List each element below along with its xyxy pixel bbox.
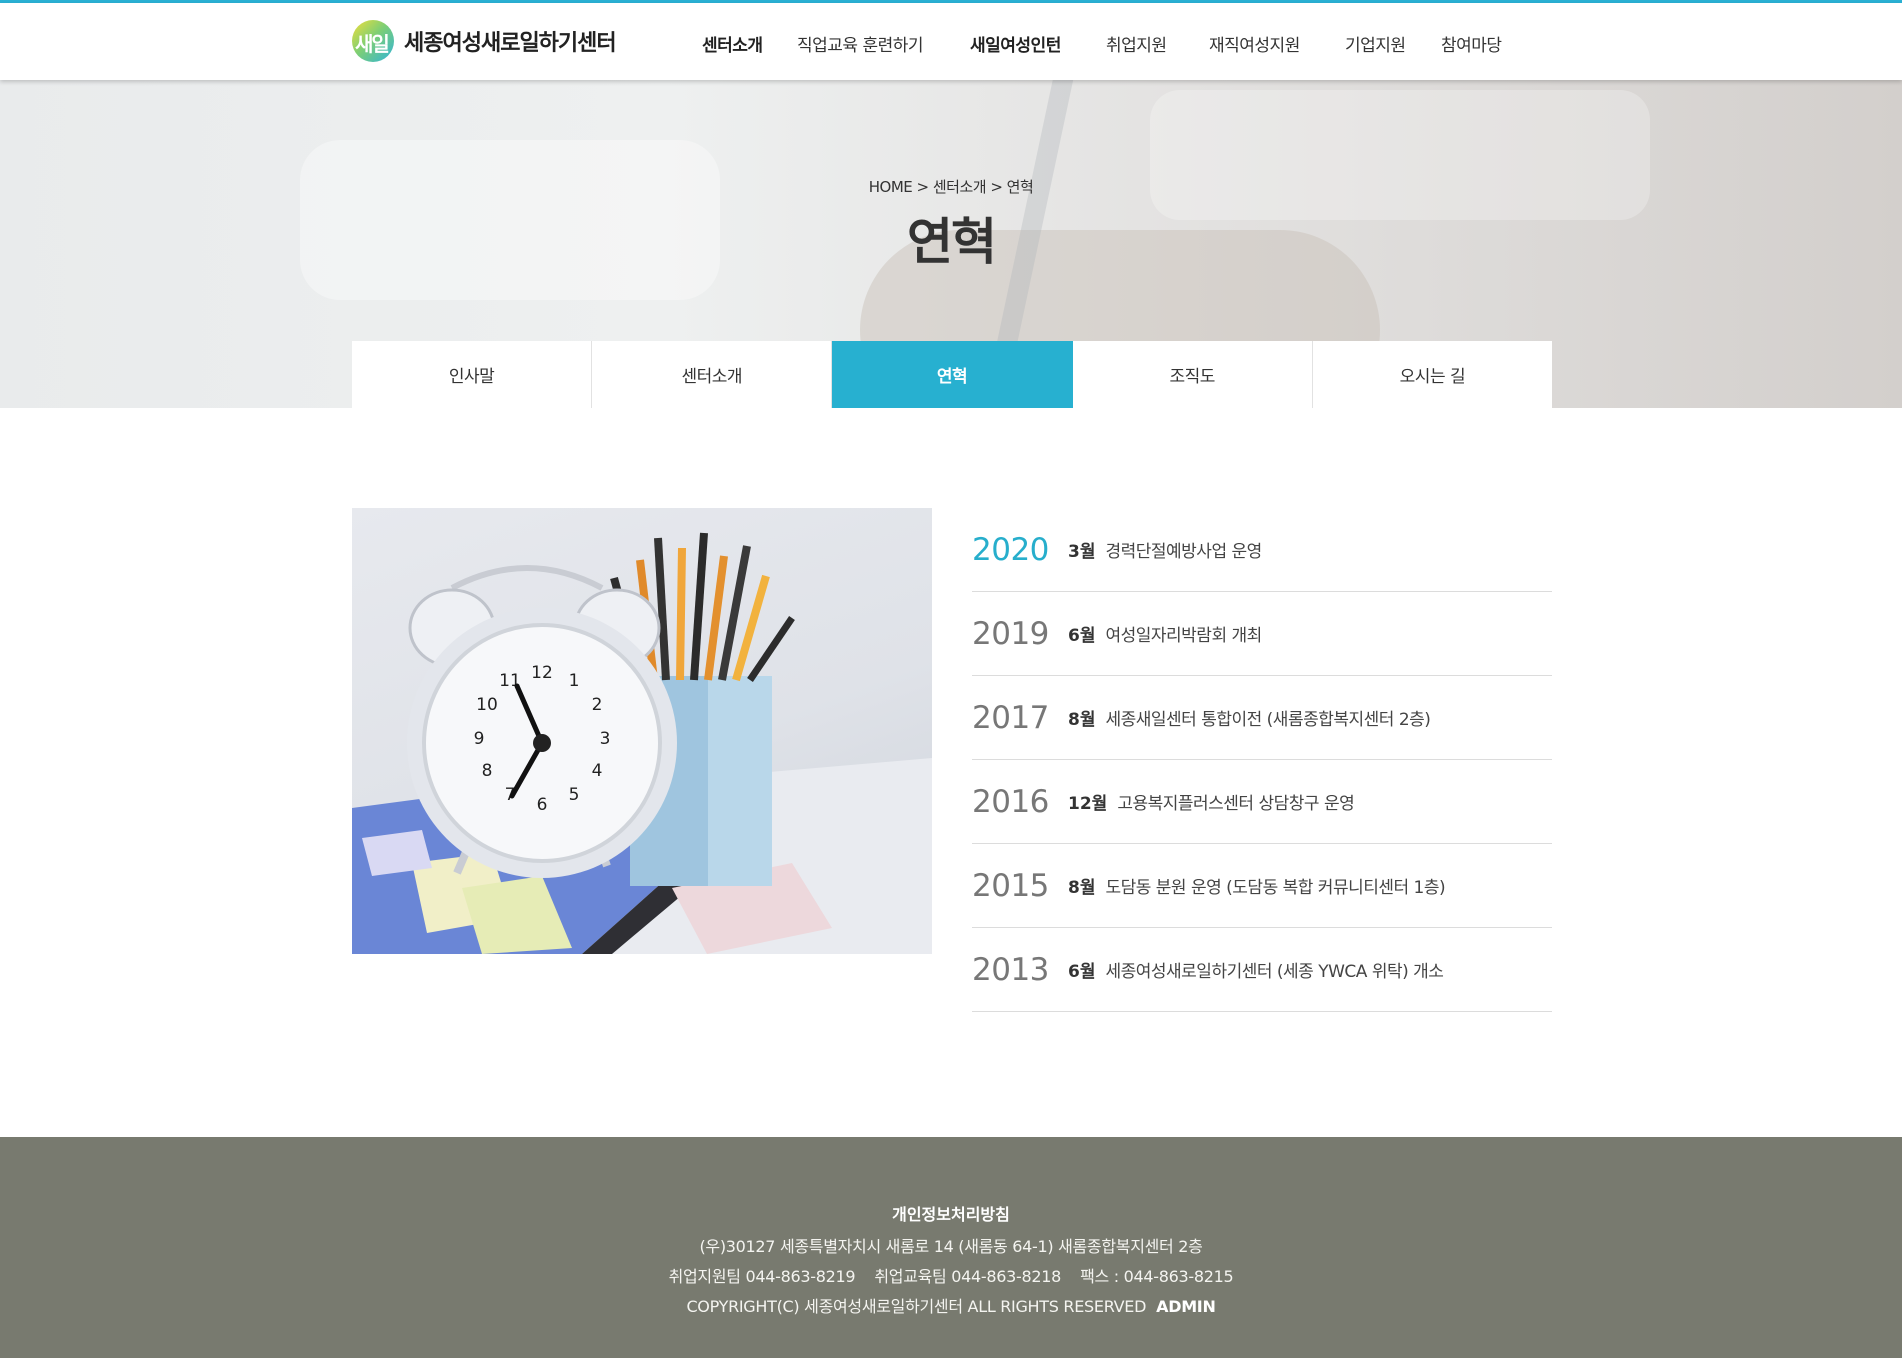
history-year: 2013 [972,951,1049,988]
history-row: 2015 8월 도담동 분원 운영 (도담동 복합 커뮤니티센터 1층) [972,844,1552,928]
page-title: 연혁 [907,213,997,271]
banner-decoration [1150,90,1650,220]
history-month: 8월 [1068,878,1096,898]
history-list: 2020 3월 경력단절예방사업 운영 2019 6월 여성일자리박람회 개최 … [972,508,1552,1012]
history-row: 2017 8월 세종새일센터 통합이전 (새롬종합복지센터 2층) [972,676,1552,760]
nav-item-company-support[interactable]: 기업지원 [1345,31,1406,56]
history-month: 6월 [1068,626,1096,646]
clock-number: 1 [569,671,580,691]
history-description: 도담동 분원 운영 (도담동 복합 커뮤니티센터 1층) [1105,878,1446,898]
history-row: 2019 6월 여성일자리박람회 개최 [972,592,1552,676]
footer-copyright: COPYRIGHT(C) 세종여성새로일하기센터 ALL RIGHTS RESE… [686,1297,1147,1316]
history-row: 2016 12월 고용복지플러스센터 상담창구 운영 [972,760,1552,844]
tab-greeting[interactable]: 인사말 [352,341,593,408]
history-year: 2015 [972,867,1049,904]
clock-number: 10 [476,695,498,715]
history-description: 세종여성새로일하기센터 (세종 YWCA 위탁) 개소 [1105,962,1444,982]
site-header: 새일 세종여성새로일하기센터 센터소개 직업교육 훈련하기 새일여성인턴 취업지… [0,3,1902,80]
privacy-policy-link[interactable]: 개인정보처리방침 [0,1201,1902,1225]
footer-contacts: 취업지원팀 044-863-8219 취업교육팀 044-863-8218 팩스… [668,1267,1234,1286]
history-year: 2016 [972,783,1049,820]
clock-number: 4 [592,761,603,781]
history-month: 6월 [1068,962,1096,982]
clock-number: 6 [537,795,548,815]
tab-history[interactable]: 연혁 [832,341,1073,408]
logo-badge-text: 새일 [355,32,390,56]
history-description: 고용복지플러스센터 상담창구 운영 [1117,794,1355,814]
history-month: 8월 [1068,710,1096,730]
nav-item-working-women[interactable]: 재직여성지원 [1209,31,1300,56]
history-month: 12월 [1068,794,1108,814]
history-photo: 12 1 2 3 4 5 6 7 8 9 10 11 [352,508,932,954]
logo-badge-icon: 새일 [352,20,394,62]
footer-copyright-line: COPYRIGHT(C) 세종여성새로일하기센터 ALL RIGHTS RESE… [0,1293,1902,1317]
site-logo[interactable]: 새일 세종여성새로일하기센터 [352,20,617,62]
nav-item-community[interactable]: 참여마당 [1441,31,1502,56]
clock-number: 8 [482,761,493,781]
history-month: 3월 [1068,542,1096,562]
clock-number: 3 [600,729,611,749]
history-year: 2017 [972,699,1049,736]
history-description: 세종새일센터 통합이전 (새롬종합복지센터 2층) [1105,710,1431,730]
footer-address: (우)30127 세종특별자치시 새롬로 14 (새롬동 64-1) 새롬종합복… [699,1237,1203,1256]
history-description: 여성일자리박람회 개최 [1105,626,1262,646]
nav-item-employment-support[interactable]: 취업지원 [1106,31,1167,56]
history-row: 2020 3월 경력단절예방사업 운영 [972,508,1552,592]
history-row: 2013 6월 세종여성새로일하기센터 (세종 YWCA 위탁) 개소 [972,928,1552,1012]
history-year: 2019 [972,615,1049,652]
nav-item-job-training[interactable]: 직업교육 훈련하기 [797,31,924,56]
logo-text: 세종여성새로일하기센터 [404,31,617,56]
admin-link[interactable]: ADMIN [1156,1297,1216,1316]
sub-tab-bar: 인사말 센터소개 연혁 조직도 오시는 길 [352,341,1553,408]
tab-organization[interactable]: 조직도 [1072,341,1313,408]
breadcrumb: HOME > 센터소개 > 연혁 [868,178,1034,196]
history-description: 경력단절예방사업 운영 [1105,542,1262,562]
alarm-clock-pencils-illustration: 12 1 2 3 4 5 6 7 8 9 10 11 [352,532,932,954]
clock-number: 2 [592,695,603,715]
tab-center-intro[interactable]: 센터소개 [592,341,833,408]
nav-item-intern[interactable]: 새일여성인턴 [970,31,1061,56]
clock-number: 9 [474,729,485,749]
history-year: 2020 [972,531,1049,568]
site-footer: 개인정보처리방침 (우)30127 세종특별자치시 새롬로 14 (새롬동 64… [0,1137,1902,1358]
clock-number: 12 [531,663,553,683]
tab-directions[interactable]: 오시는 길 [1312,341,1553,408]
clock-number: 5 [569,785,580,805]
nav-item-center-intro[interactable]: 센터소개 [702,31,763,56]
